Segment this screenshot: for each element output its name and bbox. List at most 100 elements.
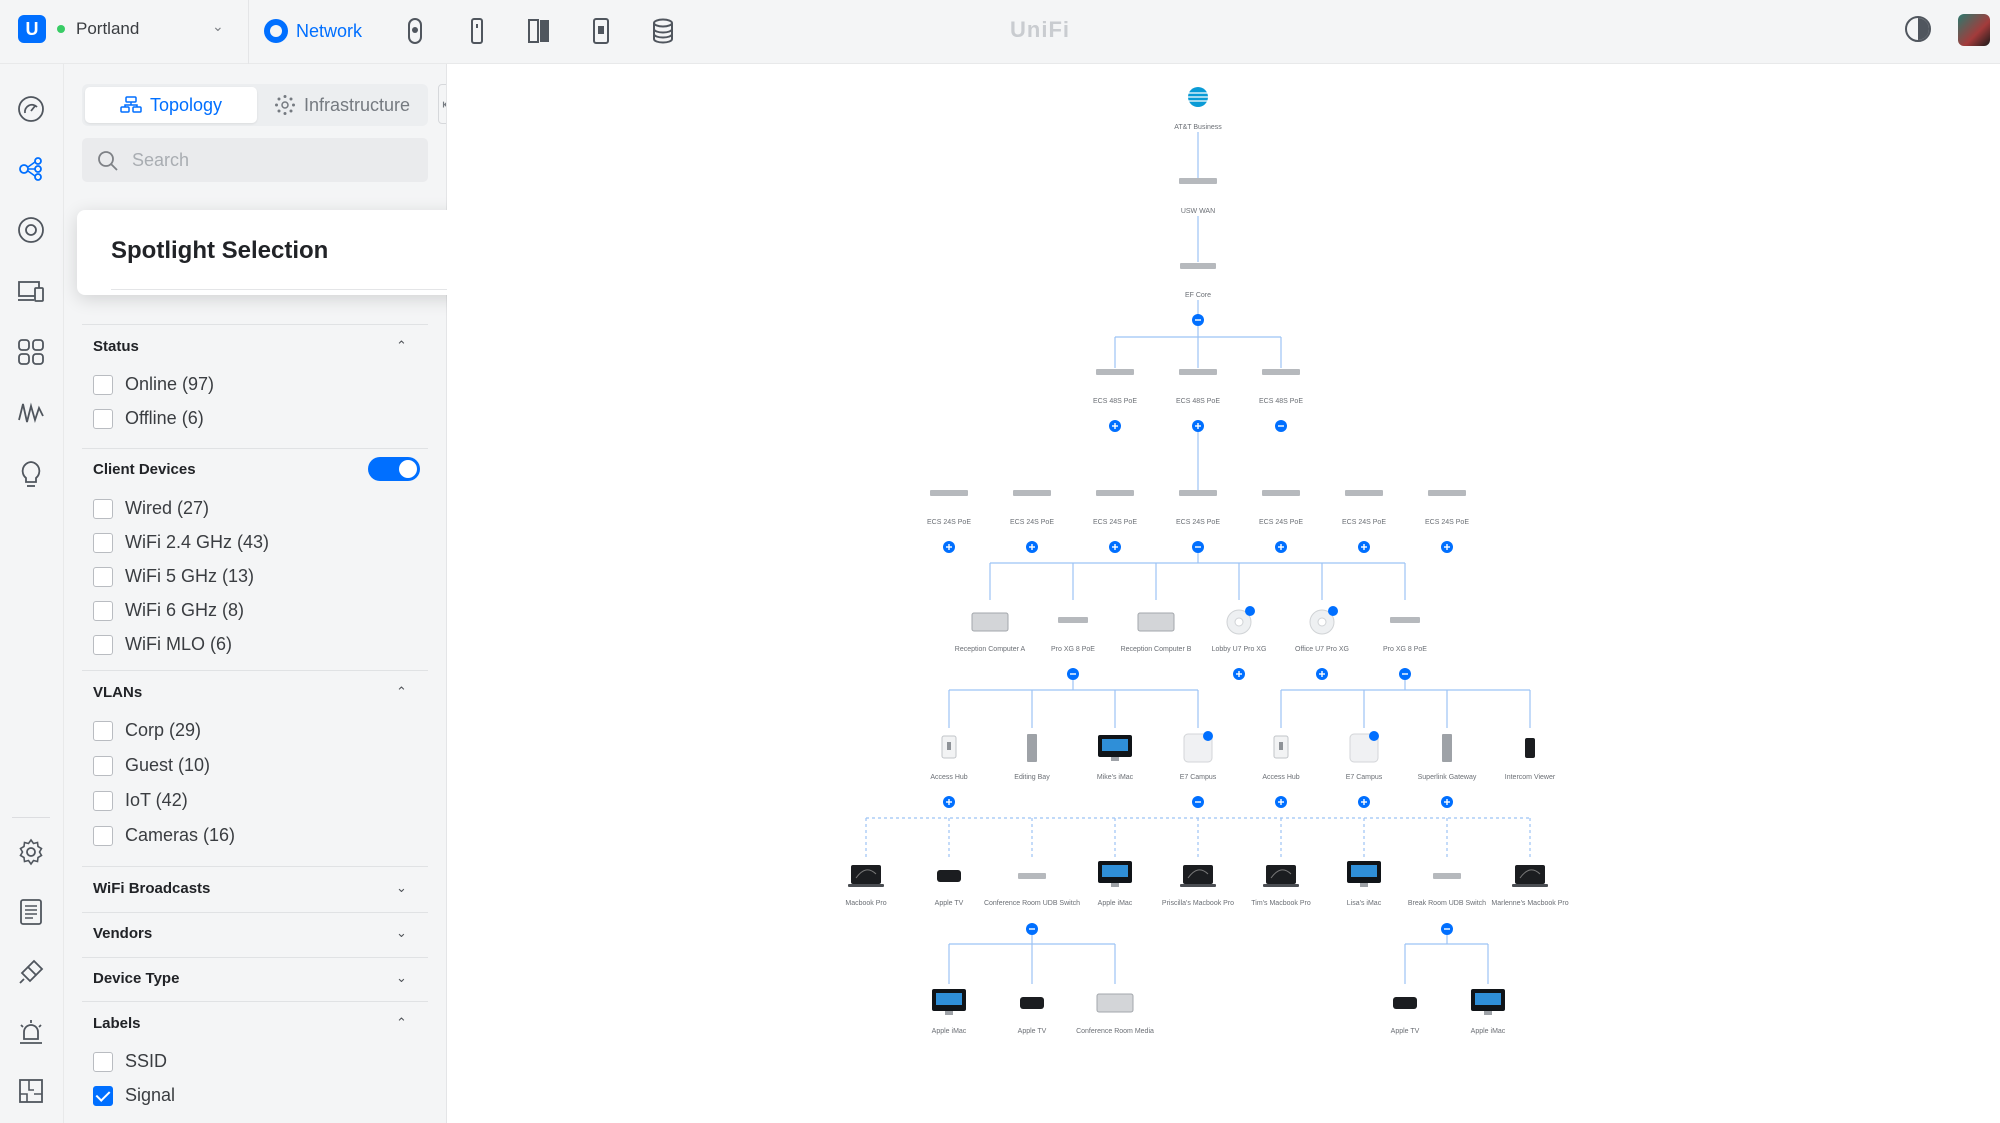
section-title-wifi-broadcasts[interactable]: WiFi Broadcasts <box>93 880 210 897</box>
insights-icon[interactable] <box>16 398 46 428</box>
filter-online[interactable]: Online (97) <box>93 374 214 395</box>
checkbox[interactable] <box>93 600 113 621</box>
checkbox-label: WiFi MLO (6) <box>125 634 232 654</box>
chevron-down-icon[interactable]: ⌄ <box>396 970 407 986</box>
alarm-icon[interactable] <box>16 1017 46 1047</box>
app-tab-label: Network <box>296 20 363 41</box>
checkbox[interactable] <box>93 825 113 846</box>
laptop-device-icon <box>1183 865 1213 884</box>
switch-device-icon <box>1180 263 1216 269</box>
filter-offline[interactable]: Offline (6) <box>93 408 204 429</box>
laptop-base <box>1180 884 1216 887</box>
filter-wired[interactable]: Wired (27) <box>93 498 209 519</box>
chevron-up-icon[interactable]: ⌃ <box>396 684 407 700</box>
settings-icon[interactable] <box>16 837 46 867</box>
chevron-up-icon[interactable]: ⌃ <box>396 338 407 354</box>
app-tab-network[interactable]: Network <box>264 14 362 48</box>
filter-wifi-5[interactable]: WiFi 5 GHz (13) <box>93 566 254 587</box>
checkbox[interactable] <box>93 755 113 776</box>
switch-device-icon <box>1428 490 1466 496</box>
checkbox[interactable] <box>93 374 113 395</box>
computer-device-icon <box>1096 993 1134 1013</box>
device-label: Apple TV <box>1391 1028 1420 1035</box>
theme-toggle-icon[interactable] <box>1905 16 1931 42</box>
device-label: ECS 24S PoE <box>1176 519 1220 526</box>
filter-vlan-guest[interactable]: Guest (10) <box>93 755 210 776</box>
checkbox[interactable] <box>93 532 113 553</box>
checkbox-label: IoT (42) <box>125 790 188 810</box>
device-label: Lisa's iMac <box>1347 900 1382 907</box>
site-selector-label[interactable]: Portland <box>76 19 139 39</box>
filter-label-ssid[interactable]: SSID <box>93 1051 167 1072</box>
chevron-down-icon[interactable]: ⌄ <box>396 880 407 896</box>
imac-stand <box>1360 883 1368 887</box>
checkbox[interactable] <box>93 1051 113 1072</box>
apple-tv-device-icon <box>937 870 961 882</box>
applications-icon[interactable] <box>16 337 46 367</box>
checkbox[interactable] <box>93 790 113 811</box>
tab-topology[interactable]: Topology <box>85 87 257 123</box>
laptop-device-icon <box>851 865 881 884</box>
chevron-down-icon[interactable]: ⌄ <box>212 18 224 35</box>
collapse-panel-button[interactable]: ⇤ <box>438 84 446 124</box>
device-label: ECS 48S PoE <box>1259 398 1303 405</box>
filter-wifi-6[interactable]: WiFi 6 GHz (8) <box>93 600 244 621</box>
switch-device-icon <box>1345 490 1383 496</box>
search-input[interactable] <box>132 138 412 182</box>
checkbox-label: Online (97) <box>125 374 215 394</box>
popover-title: Spotlight Selection <box>111 237 329 264</box>
chevron-down-icon[interactable]: ⌄ <box>396 925 407 941</box>
dashboard-icon[interactable] <box>16 94 46 124</box>
checkbox[interactable] <box>93 720 113 741</box>
checkbox[interactable] <box>93 408 113 429</box>
protect-icon[interactable] <box>400 16 430 46</box>
checkbox[interactable] <box>93 566 113 587</box>
access-hub-mark <box>1279 742 1283 750</box>
filter-vlan-corp[interactable]: Corp (29) <box>93 720 201 741</box>
checkbox[interactable] <box>93 634 113 655</box>
filter-label-signal[interactable]: Signal <box>93 1085 175 1106</box>
talk-icon[interactable] <box>524 16 554 46</box>
device-label: Break Room UDB Switch <box>1408 900 1486 907</box>
section-title-vendors[interactable]: Vendors <box>93 925 152 942</box>
device-label: Editing Bay <box>1014 774 1050 781</box>
floorplan-icon[interactable] <box>16 1076 46 1106</box>
device-label: EF Core <box>1185 292 1211 299</box>
search-icon <box>98 151 118 171</box>
divider <box>82 324 428 325</box>
topology-icon[interactable] <box>16 154 46 184</box>
editing-bay-device-icon <box>1027 734 1037 762</box>
device-label: ECS 48S PoE <box>1176 398 1220 405</box>
device-label: Apple iMac <box>1098 900 1133 907</box>
unifi-logo[interactable]: U <box>18 15 46 43</box>
switch-device-icon <box>1179 178 1217 184</box>
client-devices-toggle[interactable] <box>368 457 420 481</box>
logs-icon[interactable] <box>16 897 46 927</box>
filter-wifi-mlo[interactable]: WiFi MLO (6) <box>93 634 232 655</box>
filter-vlan-cameras[interactable]: Cameras (16) <box>93 825 235 846</box>
section-title-device-type[interactable]: Device Type <box>93 970 179 987</box>
avatar[interactable] <box>1958 14 1990 46</box>
filter-wifi-24[interactable]: WiFi 2.4 GHz (43) <box>93 532 269 553</box>
innerspace-icon[interactable] <box>16 459 46 489</box>
imac-screen <box>936 993 962 1005</box>
checkbox[interactable] <box>93 1085 113 1106</box>
integrations-icon[interactable] <box>16 957 46 987</box>
topology-diagram: AT&T Business USW WAN EF Core ECS 48S PoE EC… <box>845 87 1569 1035</box>
access-hub-mark <box>947 742 951 750</box>
device-label: Superlink Gateway <box>1418 774 1477 781</box>
laptop-device-icon <box>1266 865 1296 884</box>
filter-vlan-iot[interactable]: IoT (42) <box>93 790 188 811</box>
checkbox-label: WiFi 5 GHz (13) <box>125 566 255 586</box>
tab-infrastructure[interactable]: Infrastructure <box>259 87 425 123</box>
device-label: Apple iMac <box>932 1028 967 1035</box>
search-box <box>82 138 428 182</box>
topology-canvas[interactable]: AT&T Business USW WAN EF Core ECS 48S PoE EC… <box>447 64 2000 1123</box>
connect-icon[interactable] <box>586 16 616 46</box>
drive-icon[interactable] <box>648 16 678 46</box>
client-devices-icon[interactable] <box>16 276 46 306</box>
devices-icon[interactable] <box>16 215 46 245</box>
access-icon[interactable] <box>462 16 492 46</box>
chevron-up-icon[interactable]: ⌃ <box>396 1015 407 1031</box>
checkbox[interactable] <box>93 498 113 519</box>
